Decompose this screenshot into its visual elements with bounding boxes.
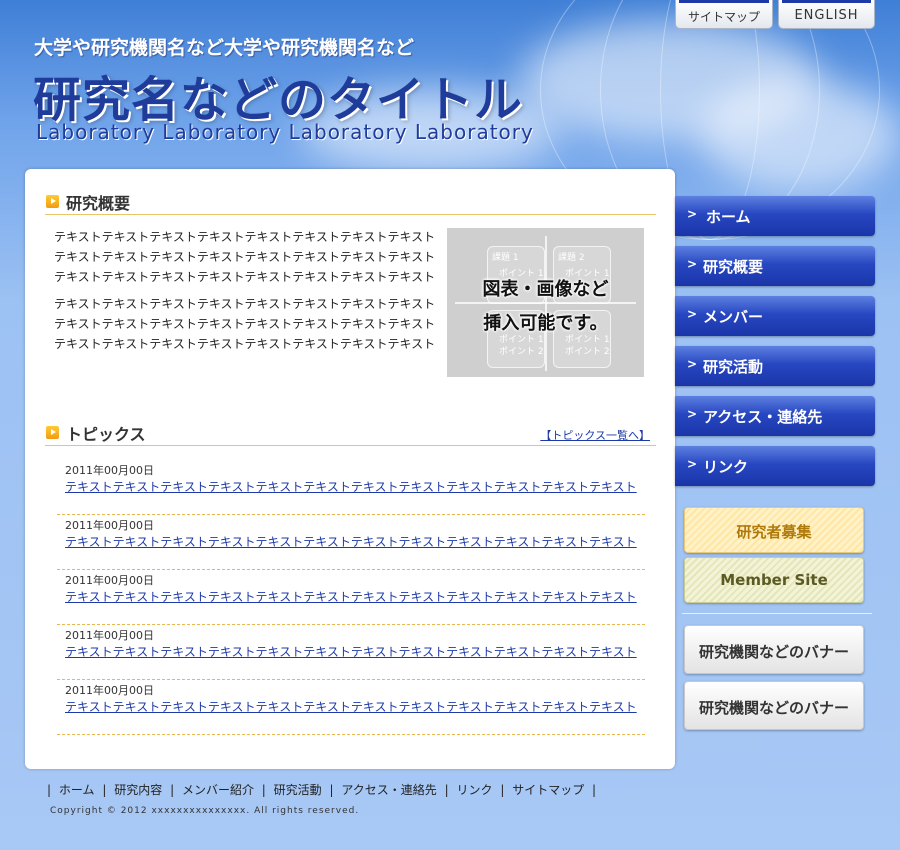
topic-date: 2011年00月00日	[65, 464, 154, 477]
nav-item-members[interactable]: > メンバー	[675, 296, 875, 336]
member-site-banner[interactable]: Member Site	[684, 557, 864, 603]
copyright-text: Copyright © 2012 xxxxxxxxxxxxxxx. All ri…	[50, 806, 360, 816]
chevron-right-icon: >	[687, 357, 698, 371]
overview-line: テキストテキストテキストテキストテキストテキストテキストテキスト	[54, 297, 436, 311]
button-accent-bar	[782, 0, 871, 3]
topic-date: 2011年00月00日	[65, 684, 154, 697]
figure-label: ポイント 2	[499, 347, 544, 357]
overview-line: テキストテキストテキストテキストテキストテキストテキストテキスト	[54, 230, 436, 244]
topic-date: 2011年00月00日	[65, 629, 154, 642]
sidebar-divider	[682, 613, 872, 614]
overview-line: テキストテキストテキストテキストテキストテキストテキストテキスト	[54, 337, 436, 351]
laboratory-tagline: Laboratory Laboratory Laboratory Laborat…	[36, 120, 534, 144]
overview-paragraph: テキストテキストテキストテキストテキストテキストテキストテキスト テキストテキス…	[54, 294, 436, 354]
institution-subtitle: 大学や研究機関名など大学や研究機関名など	[34, 37, 415, 59]
footer-link-activities[interactable]: 研究活動	[274, 783, 322, 797]
recruit-banner-label: 研究者募集	[736, 523, 812, 541]
figure-label: ポイント 2	[565, 347, 610, 357]
english-label: ENGLISH	[794, 8, 859, 23]
nav-item-links[interactable]: > リンク	[675, 446, 875, 486]
topic-link[interactable]: テキストテキストテキストテキストテキストテキストテキストテキストテキストテキスト…	[65, 588, 637, 605]
overview-heading-bar: 研究概要	[45, 188, 656, 215]
topic-item: 2011年00月00日 テキストテキストテキストテキストテキストテキストテキスト…	[57, 680, 645, 735]
topics-heading-bar: トピックス 【トピックス一覧へ】	[45, 419, 656, 446]
nav-item-activities[interactable]: > 研究活動	[675, 346, 875, 386]
topic-item: 2011年00月00日 テキストテキストテキストテキストテキストテキストテキスト…	[57, 515, 645, 570]
topic-link[interactable]: テキストテキストテキストテキストテキストテキストテキストテキストテキストテキスト…	[65, 643, 637, 660]
nav-item-label: リンク	[703, 458, 749, 476]
nav-item-home[interactable]: > ホーム	[675, 196, 875, 236]
overview-figure-image: 課題 1 課題 2 ポイント 1 ポイント 1 ポイント 1 ポイント 2 ポイ…	[447, 228, 644, 377]
topic-item: 2011年00月00日 テキストテキストテキストテキストテキストテキストテキスト…	[57, 570, 645, 625]
footer-separator: |	[47, 783, 52, 797]
figure-axis-horizontal	[455, 302, 636, 304]
footer-link-research[interactable]: 研究内容	[114, 783, 162, 797]
member-site-banner-label: Member Site	[720, 571, 828, 589]
footer-separator: |	[102, 783, 107, 797]
chevron-right-icon: >	[687, 307, 698, 321]
figure-caption-line1: 図表・画像など	[482, 279, 609, 300]
topics-heading: トピックス	[66, 425, 146, 444]
nav-item-label: 研究概要	[703, 258, 764, 276]
institution-banner[interactable]: 研究機関などのバナー	[684, 681, 864, 730]
overview-text: テキストテキストテキストテキストテキストテキストテキストテキスト テキストテキス…	[54, 227, 436, 361]
english-button[interactable]: ENGLISH	[778, 0, 875, 29]
footer-separator: |	[500, 783, 505, 797]
recruit-banner[interactable]: 研究者募集	[684, 507, 864, 553]
button-accent-bar	[679, 0, 769, 3]
figure-label: 課題 2	[558, 253, 585, 263]
nav-item-label: メンバー	[703, 308, 764, 326]
footer-link-access[interactable]: アクセス・連絡先	[341, 783, 436, 797]
topic-link[interactable]: テキストテキストテキストテキストテキストテキストテキストテキストテキストテキスト…	[65, 478, 637, 495]
topic-date: 2011年00月00日	[65, 519, 154, 532]
main-content-panel: 研究概要 テキストテキストテキストテキストテキストテキストテキストテキスト テキ…	[25, 169, 675, 769]
footer-link-links[interactable]: リンク	[456, 783, 492, 797]
footer-navigation: | ホーム | 研究内容 | メンバー紹介 | 研究活動 | アクセス・連絡先 …	[45, 781, 598, 798]
section-bullet-icon	[46, 426, 59, 439]
topic-link[interactable]: テキストテキストテキストテキストテキストテキストテキストテキストテキストテキスト…	[65, 698, 637, 715]
chevron-right-icon: >	[687, 257, 698, 271]
sitemap-label: サイトマップ	[687, 10, 760, 24]
nav-item-label: 研究活動	[703, 358, 764, 376]
chevron-right-icon: >	[687, 207, 698, 221]
topic-link[interactable]: テキストテキストテキストテキストテキストテキストテキストテキストテキストテキスト…	[65, 533, 637, 550]
topics-list-link[interactable]: 【トピックス一覧へ】	[540, 427, 650, 443]
chevron-right-icon: >	[687, 457, 698, 471]
footer-separator: |	[170, 783, 175, 797]
footer-link-sitemap[interactable]: サイトマップ	[512, 783, 584, 797]
footer-separator: |	[444, 783, 449, 797]
topic-item: 2011年00月00日 テキストテキストテキストテキストテキストテキストテキスト…	[57, 460, 645, 515]
nav-item-access[interactable]: > アクセス・連絡先	[675, 396, 875, 436]
footer-separator: |	[592, 783, 597, 797]
nav-item-overview[interactable]: > 研究概要	[675, 246, 875, 286]
footer-separator: |	[329, 783, 334, 797]
footer-link-home[interactable]: ホーム	[59, 783, 95, 797]
footer-link-members[interactable]: メンバー紹介	[182, 783, 254, 797]
institution-banner-label: 研究機関などのバナー	[698, 699, 849, 717]
institution-banner-label: 研究機関などのバナー	[698, 643, 849, 661]
section-bullet-icon	[46, 195, 59, 208]
overview-line: テキストテキストテキストテキストテキストテキストテキストテキスト	[54, 317, 436, 331]
chevron-right-icon: >	[687, 407, 698, 421]
topic-item: 2011年00月00日 テキストテキストテキストテキストテキストテキストテキスト…	[57, 625, 645, 680]
figure-label: 課題 1	[492, 253, 519, 263]
sitemap-button[interactable]: サイトマップ	[675, 0, 773, 29]
institution-banner[interactable]: 研究機関などのバナー	[684, 625, 864, 674]
overview-paragraph: テキストテキストテキストテキストテキストテキストテキストテキスト テキストテキス…	[54, 227, 436, 287]
topic-date: 2011年00月00日	[65, 574, 154, 587]
footer-separator: |	[261, 783, 266, 797]
overview-heading: 研究概要	[66, 194, 131, 213]
figure-caption-line2: 挿入可能です。	[483, 313, 608, 334]
overview-line: テキストテキストテキストテキストテキストテキストテキストテキスト	[54, 270, 436, 284]
overview-line: テキストテキストテキストテキストテキストテキストテキストテキスト	[54, 250, 436, 264]
nav-item-label: アクセス・連絡先	[703, 408, 823, 426]
nav-item-label: ホーム	[706, 208, 751, 226]
